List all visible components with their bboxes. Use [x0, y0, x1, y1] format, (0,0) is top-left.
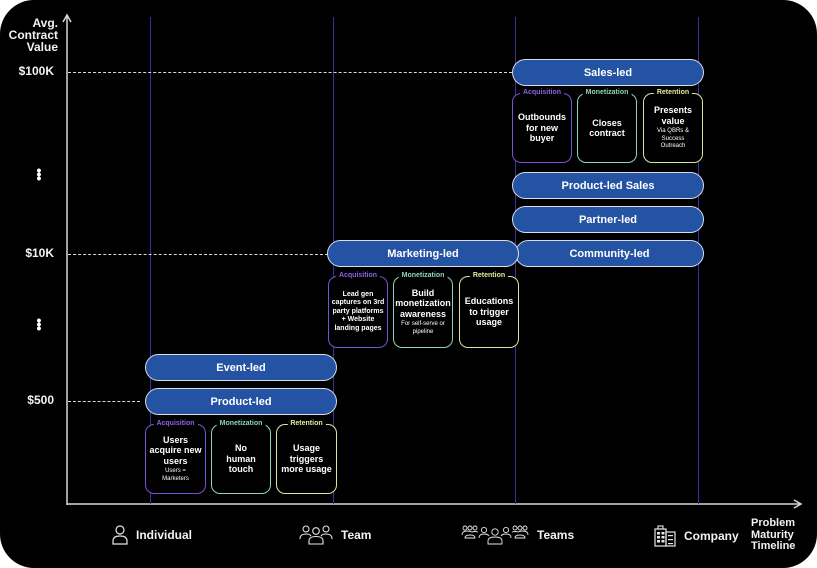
- stage-label: Teams: [537, 528, 575, 542]
- diagram-canvas: Avg. Contract Value $100K • • • $10K • • • $…: [0, 0, 817, 568]
- stage-label: Company: [684, 529, 739, 543]
- crowd-icon: [461, 525, 529, 545]
- card-main-text: Educations to trigger usage: [464, 296, 514, 328]
- card-tag-monetization: Monetization: [216, 419, 266, 429]
- card-main-text: Closes contract: [589, 117, 625, 139]
- card-monetization-500: Monetization No human touch: [211, 419, 271, 494]
- card-main-text: No human touch: [226, 443, 256, 475]
- card-acquisition-100k: Acquisition Outbounds for new buyer: [512, 88, 572, 163]
- gridline-10k: [68, 254, 328, 255]
- card-retention-10k: Retention Educations to trigger usage: [459, 271, 519, 348]
- card-tag-acquisition: Acquisition: [153, 419, 198, 429]
- card-tag-retention: Retention: [287, 419, 326, 429]
- motion-marketing-led: Marketing-led: [327, 240, 519, 267]
- motion-sales-led: Sales-led: [512, 59, 704, 86]
- card-tag-monetization: Monetization: [582, 88, 632, 98]
- card-main-text: Lead gen captures on 3rd party platforms…: [331, 290, 385, 332]
- card-sub-text: Via QBRs & Success Outreach: [657, 128, 689, 150]
- card-main-text: Users acquire new users: [149, 434, 202, 466]
- card-main-text: Build monetization awareness: [395, 287, 451, 319]
- motion-partner-led: Partner-led: [512, 206, 704, 233]
- card-retention-100k: Retention Presents value Via QBRs & Succ…: [643, 88, 703, 163]
- stage-label: Individual: [136, 528, 193, 542]
- motion-product-led-sales: Product-led Sales: [512, 172, 704, 199]
- card-main-text: Usage triggers more usage: [281, 443, 332, 475]
- card-tag-retention: Retention: [469, 271, 509, 281]
- group-icon: [299, 525, 333, 545]
- gridline-100k: [68, 72, 512, 73]
- card-sub-text: Users = Marketers: [162, 468, 189, 482]
- gridline-500: [68, 401, 140, 402]
- y-axis-title-line: Value: [26, 40, 58, 54]
- motion-product-led: Product-led: [145, 388, 337, 415]
- tick-100k: $100K: [18, 64, 54, 78]
- x-axis-title-line: Timeline: [751, 540, 796, 552]
- motion-event-led: Event-led: [145, 354, 337, 381]
- motion-community-led: Community-led: [515, 240, 704, 267]
- stage-team: Team: [299, 525, 371, 545]
- card-retention-500: Retention Usage triggers more usage: [276, 419, 337, 494]
- stage-label: Team: [341, 528, 372, 542]
- ellipsis-lower: • • •: [36, 312, 42, 336]
- tick-10k: $10K: [25, 246, 54, 260]
- x-axis-title-line: Problem: [751, 517, 796, 529]
- person-icon: [112, 525, 128, 545]
- building-icon: [654, 525, 676, 547]
- x-axis-title: Problem Maturity Timeline: [751, 517, 796, 553]
- card-tag-acquisition: Acquisition: [335, 271, 381, 281]
- stage-teams: Teams: [461, 525, 574, 545]
- stage-company: Company: [654, 525, 739, 547]
- card-monetization-10k: Monetization Build monetization awarenes…: [393, 271, 453, 348]
- card-tag-acquisition: Acquisition: [519, 88, 565, 98]
- y-axis-title: Avg. Contract Value: [0, 17, 58, 53]
- card-acquisition-500: Acquisition Users acquire new users User…: [145, 419, 206, 494]
- card-tag-retention: Retention: [653, 88, 693, 98]
- card-monetization-100k: Monetization Closes contract: [577, 88, 637, 163]
- card-tag-monetization: Monetization: [398, 271, 448, 281]
- tick-500: $500: [27, 393, 54, 407]
- card-main-text: Presents value: [653, 105, 693, 126]
- card-acquisition-10k: Acquisition Lead gen captures on 3rd par…: [328, 271, 388, 348]
- card-sub-text: For self-serve or pipeline: [401, 321, 445, 335]
- ellipsis-upper: • • •: [36, 162, 42, 186]
- stage-individual: Individual: [112, 525, 192, 545]
- card-main-text: Outbounds for new buyer: [518, 112, 566, 144]
